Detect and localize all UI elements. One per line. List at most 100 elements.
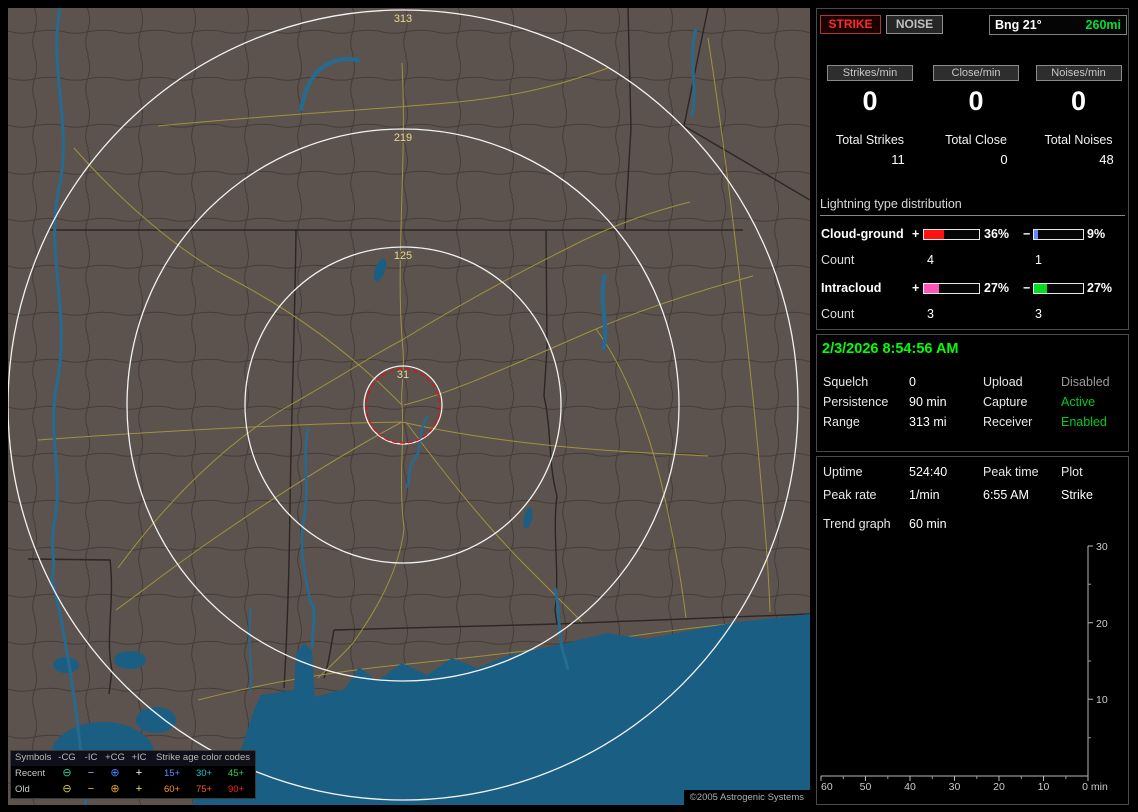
intracloud-row: Intracloud + 27% − 27% [817, 281, 1128, 297]
neg-ic-recent-icon: − [87, 767, 95, 779]
trend-major-ticks [820, 545, 1093, 781]
legend-symbols-header: Symbols [15, 752, 52, 763]
ic-minus-bar [1033, 283, 1084, 294]
receiver-status: Enabled [1061, 415, 1107, 429]
ic-plus-bar [923, 283, 980, 294]
trend-axes [821, 546, 1089, 777]
cg-minus-count: 1 [1035, 253, 1042, 267]
strike-stats-section: STRIKE NOISE Bng 21° 260mi Strikes/min 0… [816, 8, 1129, 330]
distribution-title: Lightning type distribution [820, 197, 1125, 216]
ic-minus-count: 3 [1035, 307, 1042, 321]
svg-text:10: 10 [1038, 781, 1050, 793]
ic-plus-count: 3 [927, 307, 934, 321]
legend-col-pic: +IC [131, 752, 147, 763]
svg-text:30: 30 [1096, 541, 1108, 553]
count-label: Count [821, 253, 855, 267]
cloud-ground-count-row: Count 4 1 [817, 253, 1128, 269]
cloud-ground-row: Cloud-ground + 36% − 9% [817, 227, 1128, 243]
persistence-value: 90 min [909, 395, 947, 409]
pos-ic-old-icon: + [135, 783, 143, 795]
strikes-per-min-label: Strikes/min [827, 65, 913, 81]
svg-text:50: 50 [860, 781, 872, 793]
strike-tab[interactable]: STRIKE [820, 15, 881, 34]
svg-text:125: 125 [394, 250, 412, 262]
noises-per-min-label: Noises/min [1035, 65, 1122, 81]
close-per-min-label: Close/min [933, 65, 1019, 81]
lightning-map[interactable]: 313 219 125 31 Symbols -CG -IC +CG +IC S… [8, 8, 810, 805]
trend-graph: 30 20 10 60 50 40 30 20 10 0 min [820, 541, 1108, 793]
noises-per-min-value: 0 [1070, 86, 1087, 116]
total-strikes: Total Strikes 11 [817, 133, 923, 167]
intracloud-label: Intracloud [821, 281, 882, 295]
copyright: ©2005 Astrogenic Systems [683, 790, 810, 805]
plus-sign: + [912, 281, 920, 295]
legend-col-nic: -IC [84, 752, 98, 763]
receiver-label: Receiver [983, 415, 1033, 429]
cg-minus-bar [1033, 229, 1084, 240]
strikes-per-min-value: 0 [862, 86, 878, 116]
svg-text:20: 20 [993, 781, 1005, 793]
svg-text:0 min: 0 min [1082, 781, 1108, 793]
status-panel: STRIKE NOISE Bng 21° 260mi Strikes/min 0… [816, 8, 1130, 805]
capture-status: Active [1061, 395, 1096, 409]
ic-plus-bar-fill [924, 284, 939, 293]
age-60: 60+ [163, 784, 181, 795]
age-75: 75+ [195, 784, 213, 795]
pos-ic-recent-icon: + [135, 767, 143, 779]
age-30: 30+ [195, 768, 213, 779]
minus-sign: − [1023, 281, 1031, 295]
neg-cg-old-icon: ⊖ [62, 783, 72, 795]
legend-age-header: Strike age color codes [156, 752, 250, 763]
svg-text:60: 60 [821, 781, 833, 793]
total-noises-value: 48 [1099, 152, 1114, 167]
noises-per-min: Noises/min 0 [1027, 63, 1130, 117]
nexstorm-window: 313 219 125 31 Symbols -CG -IC +CG +IC S… [0, 0, 1138, 812]
datetime-display: 2/3/2026 8:54:56 AM [822, 341, 959, 357]
svg-text:219: 219 [394, 132, 412, 144]
cloud-ground-label: Cloud-ground [821, 227, 904, 241]
ic-minus-bar-fill [1034, 284, 1048, 293]
legend-col-ncg: -CG [58, 752, 76, 763]
svg-text:20: 20 [1096, 618, 1108, 630]
ic-minus-pct: 27% [1087, 281, 1113, 295]
cg-minus-pct: 9% [1087, 227, 1106, 241]
intracloud-count-row: Count 3 3 [817, 307, 1128, 323]
cg-plus-bar [923, 229, 980, 240]
svg-text:10: 10 [1096, 694, 1108, 706]
cg-plus-count: 4 [927, 253, 934, 267]
pos-cg-recent-icon: ⊕ [110, 767, 120, 779]
strikes-per-min: Strikes/min 0 [817, 63, 923, 117]
trend-minor-ticks [842, 583, 1091, 779]
svg-text:30: 30 [949, 781, 961, 793]
svg-text:31: 31 [397, 369, 409, 381]
range-value: 313 mi [909, 415, 947, 429]
upload-label: Upload [983, 375, 1023, 389]
bearing-distance: 260mi [1085, 18, 1121, 32]
cg-minus-bar-fill [1034, 230, 1039, 239]
age-90: 90+ [227, 784, 245, 795]
map-legend: Symbols -CG -IC +CG +IC Strike age color… [10, 750, 256, 799]
svg-text:40: 40 [904, 781, 916, 793]
bearing-display: Bng 21° 260mi [989, 15, 1127, 35]
upload-status: Disabled [1061, 375, 1110, 389]
legend-recent-label: Recent [15, 768, 46, 779]
neg-ic-old-icon: − [87, 783, 95, 795]
neg-cg-recent-icon: ⊖ [62, 767, 72, 779]
persistence-label: Persistence [823, 395, 889, 409]
cg-plus-pct: 36% [984, 227, 1010, 241]
count-label: Count [821, 307, 855, 321]
total-noises-label: Total Noises [1044, 133, 1113, 147]
legend-old-label: Old [15, 784, 30, 795]
squelch-value: 0 [909, 375, 916, 389]
ic-plus-pct: 27% [984, 281, 1010, 295]
noise-tab[interactable]: NOISE [886, 15, 943, 34]
bearing-value: Bng 21° [995, 18, 1042, 32]
total-strikes-label: Total Strikes [835, 133, 905, 147]
total-close-label: Total Close [945, 133, 1007, 147]
plus-sign: + [912, 227, 920, 241]
total-close: Total Close 0 [923, 133, 1029, 167]
svg-text:313: 313 [394, 13, 412, 25]
settings-section: 2/3/2026 8:54:56 AM Squelch 0 Upload Dis… [816, 334, 1129, 452]
trend-section: Uptime 524:40 Peak time Plot Peak rate 1… [816, 456, 1129, 805]
total-noises: Total Noises 48 [1027, 133, 1130, 167]
